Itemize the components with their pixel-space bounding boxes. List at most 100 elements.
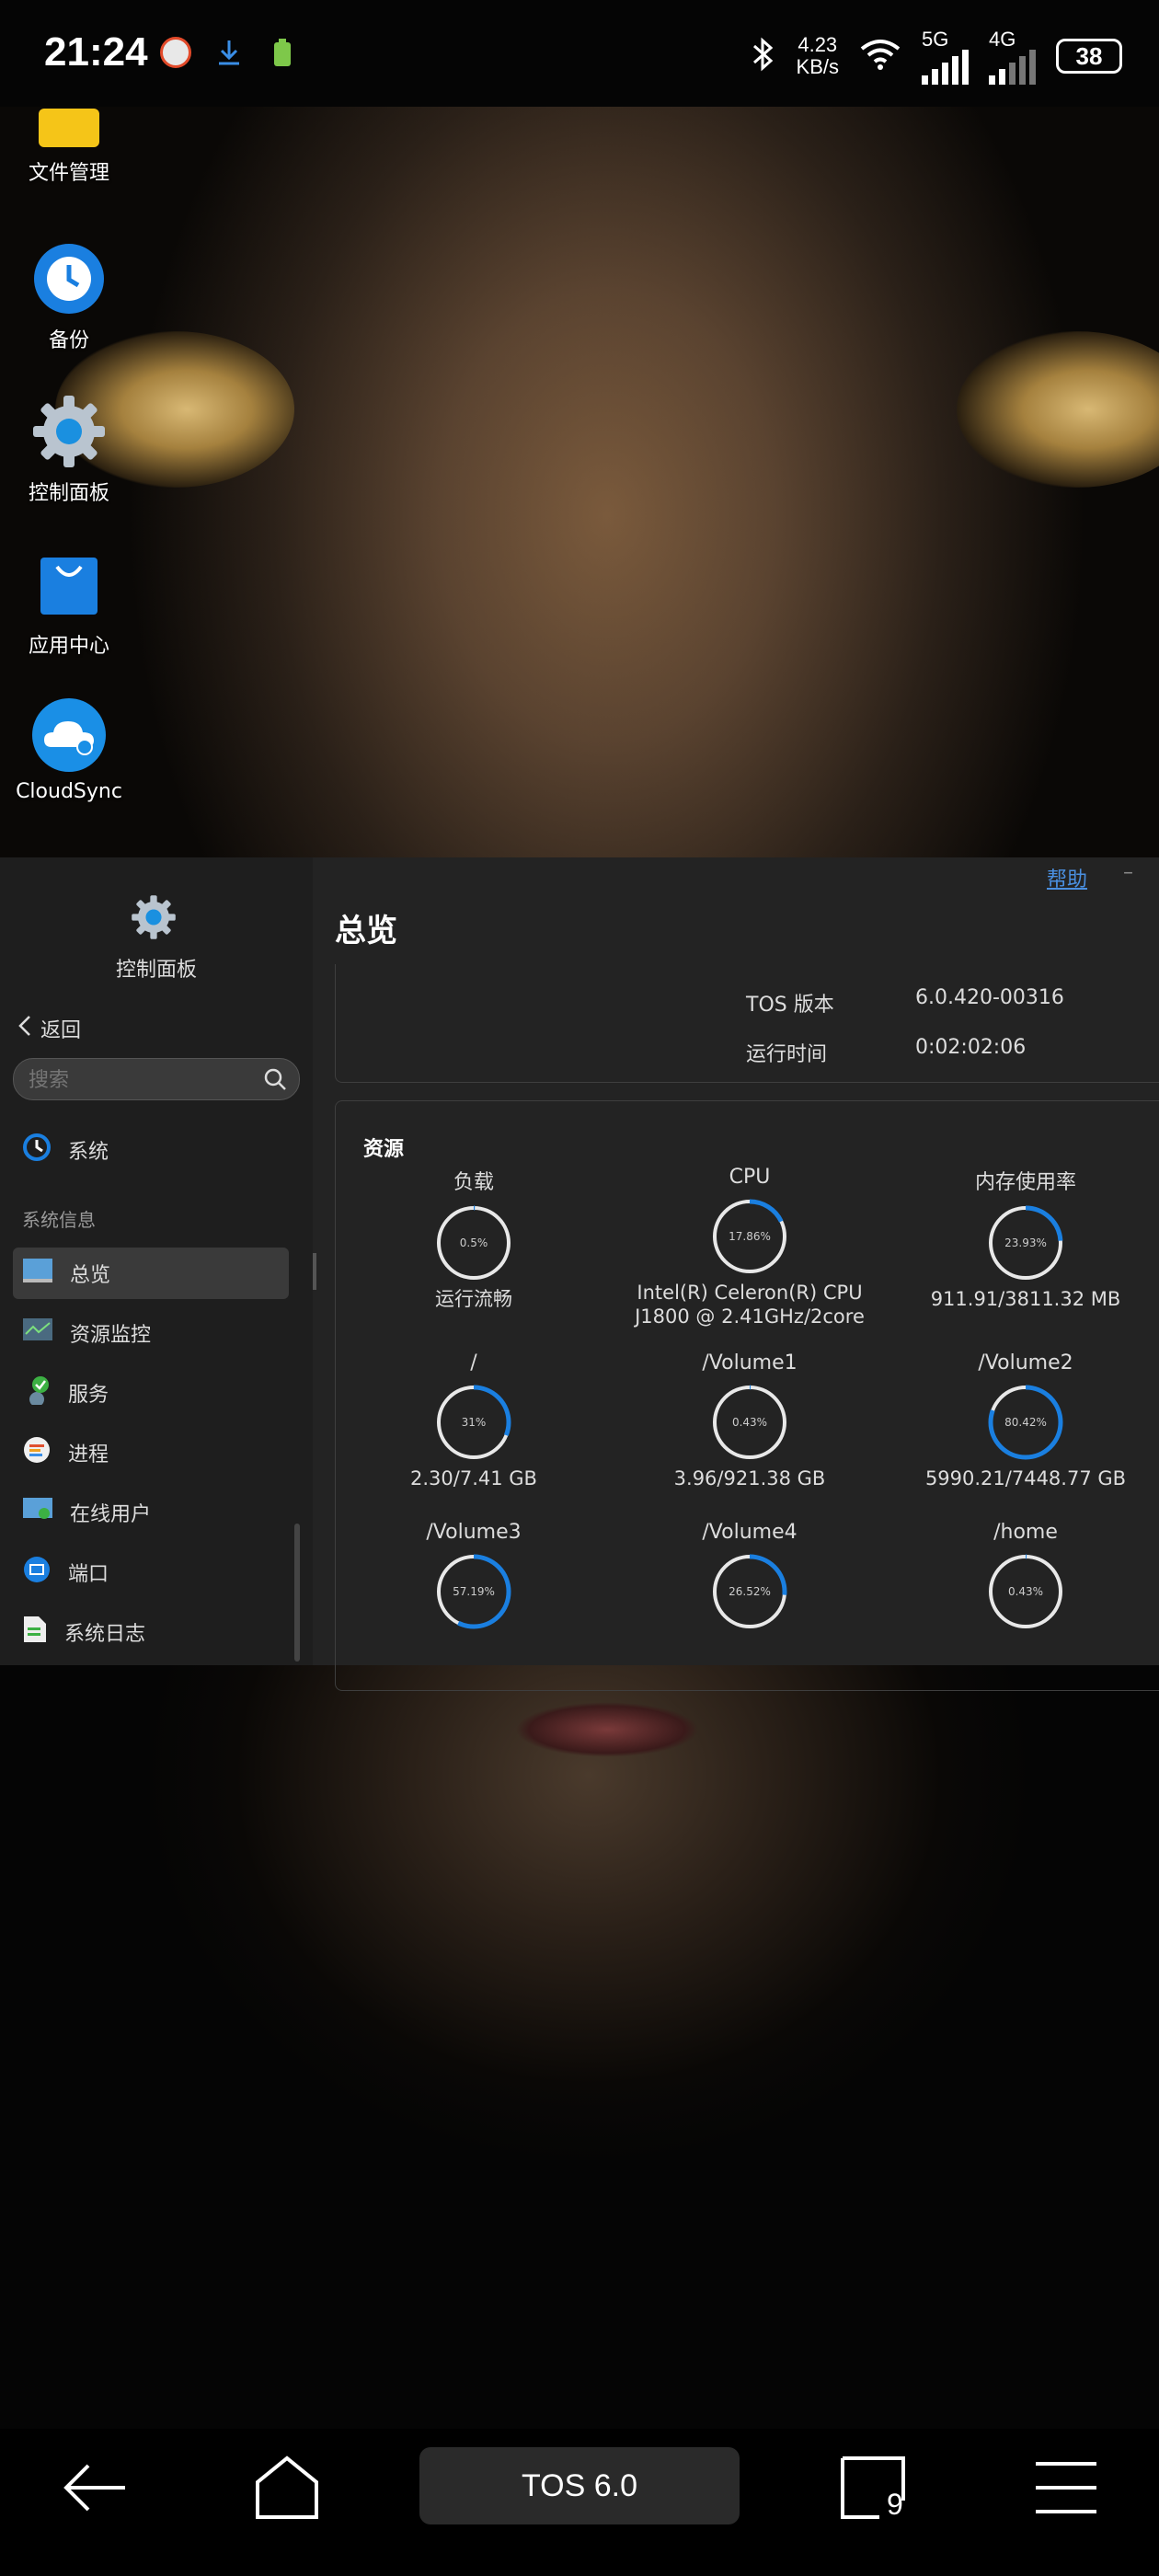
gauge-label: /Volume1 [702,1351,798,1374]
sidebar-item-resource-monitor[interactable]: 资源监控 [13,1307,289,1359]
gauge-ring: 0.43% [711,1384,788,1461]
chevron-left-icon [18,1015,31,1042]
gauge-detail: 2.30/7.41 GB [410,1467,537,1489]
wallpaper-right-eye [957,331,1159,488]
signal-4g: 4G [989,28,1036,85]
recent-apps-icon[interactable]: 9 [839,2455,907,2524]
section-system-info: 系统信息 [22,1209,96,1231]
tos-version-label: TOS 版本 [746,994,834,1017]
sidebar-item-port[interactable]: 端口 [13,1547,289,1598]
gauge-label: /Volume2 [978,1351,1073,1374]
gauge-2: CPU 17.86% Intel(R) Celeron(R) CPU J1800 @… [612,1166,888,1328]
overview-icon [22,1258,53,1289]
online-users-icon [22,1497,53,1528]
recent-count: 9 [887,2488,903,2521]
system-info-card: TOS 版本 6.0.420-00316 运行时间 0:02:02:06 [335,964,1159,1083]
signal-bars-icon [922,50,969,85]
menu-icon[interactable] [1034,2460,1098,2519]
gauge-8: /Volume4 26.52% [612,1521,888,1636]
sidebar-scrollbar[interactable] [294,1524,300,1662]
gauge-detail: Intel(R) Celeron(R) CPU J1800 @ 2.41GHz/… [635,1282,865,1328]
gauge-4: / 31% 2.30/7.41 GB [336,1351,612,1490]
shopping-bag-icon [31,546,107,622]
sidebar-item-process[interactable]: 进程 [13,1427,289,1478]
backup-icon [31,241,107,316]
desktop-icon-app-center[interactable]: 应用中心 [9,546,129,659]
bluetooth-icon [751,36,776,77]
help-link[interactable]: 帮助 [1047,863,1087,892]
bottom-navigation: TOS 6.0 9 [0,2429,1159,2576]
gauge-ring: 0.43% [987,1553,1064,1630]
gear-icon [31,394,107,469]
gauge-6: /Volume2 80.42% 5990.21/7448.77 GB [888,1351,1159,1490]
splitter-handle[interactable] [313,1253,316,1290]
sidebar-item-system[interactable]: 系统 [13,1124,289,1176]
gauge-ring: 57.19% [435,1553,512,1630]
gauge-label: CPU [729,1166,771,1189]
desktop-icon-cloudsync[interactable]: CloudSync [9,697,129,803]
gauge-1: 负载 0.5% 运行流畅 [336,1166,612,1311]
wallpaper-mouth [515,1702,699,1757]
uptime-label: 运行时间 [746,1043,828,1066]
folder-icon [31,109,107,149]
uptime-value: 0:02:02:06 [915,1036,1027,1059]
cloud-sync-icon [31,697,107,773]
sidebar-item-overview[interactable]: 总览 [13,1248,289,1299]
port-icon [22,1555,52,1590]
gauge-percent: 57.19% [453,1585,495,1598]
system-log-icon [22,1615,48,1650]
resource-monitor-icon [22,1317,53,1349]
system-icon [22,1133,52,1167]
sidebar-item-online-users[interactable]: 在线用户 [13,1487,289,1538]
gauge-label: /Volume4 [702,1521,798,1544]
gauge-detail: 运行流畅 [435,1288,512,1310]
gauge-percent: 0.43% [1007,1585,1044,1598]
battery-indicator: 38 [1056,39,1122,74]
gauge-5: /Volume1 0.43% 3.96/921.38 GB [612,1351,888,1490]
overview-main: 帮助 – 总览 TOS 版本 6.0.420-00316 运行时间 0:02:0… [313,857,1159,1691]
control-panel-title: 控制面板 [115,959,197,982]
service-icon [22,1375,52,1410]
gauge-label: 负载 [453,1171,494,1194]
gauge-3: 内存使用率 23.93% 911.91/3811.32 MB [888,1166,1159,1311]
minimize-button[interactable]: – [1123,861,1133,884]
gauge-percent: 17.86% [729,1230,771,1243]
control-panel-window: 控制面板 返回 系统 系统信息 总览 资源监控 服务 进程 [0,857,1159,1691]
signal-5g: 5G [922,28,969,85]
back-arrow-icon[interactable] [61,2458,129,2521]
gauge-7: /Volume3 57.19% [336,1521,612,1636]
search-icon[interactable] [262,1066,288,1096]
gauge-ring: 26.52% [711,1553,788,1630]
gauge-ring: 23.93% [987,1204,1064,1282]
desktop-icon-file-manager[interactable]: 文件管理 [9,109,129,186]
gauge-detail: 5990.21/7448.77 GB [924,1467,1127,1489]
gauge-9: /home 0.43% [888,1521,1159,1636]
status-right-group: 4.23 KB/s 5G 4G 38 [751,28,1122,85]
gauge-percent: 23.93% [1004,1236,1047,1249]
desktop-icon-backup[interactable]: 备份 [9,241,129,353]
network-speed: 4.23 KB/s [796,33,839,78]
gauge-percent: 80.42% [1004,1416,1047,1429]
sidebar-item-service[interactable]: 服务 [13,1367,289,1419]
home-icon[interactable] [254,2455,320,2524]
search-box[interactable] [13,1058,300,1101]
gauge-ring: 31% [435,1384,512,1461]
status-bar: 21:24 4.23 KB/s 5G 4G 38 [0,0,1159,107]
gauge-detail: 911.91/3811.32 MB [930,1288,1121,1310]
back-button[interactable]: 返回 [18,1014,81,1043]
resources-card: 资源 负载 0.5% 运行流畅 CPU 17.86% Intel(R) Celeron(R… [335,1100,1159,1691]
status-time: 21:24 [44,29,148,75]
gauge-ring: 17.86% [711,1198,788,1275]
tos-taskbar-button[interactable]: TOS 6.0 [419,2447,740,2524]
sidebar-item-system-log[interactable]: 系统日志 [13,1606,289,1658]
desktop-icon-control-panel[interactable]: 控制面板 [9,394,129,506]
office-app-icon [160,37,191,68]
download-icon [213,37,245,68]
gauge-percent: 0.5% [459,1236,488,1249]
control-panel-gear-icon [131,894,177,944]
wifi-icon [859,38,901,75]
gauge-percent: 0.43% [731,1416,768,1429]
tos-version-value: 6.0.420-00316 [915,986,1064,1009]
gauge-detail: 3.96/921.38 GB [673,1467,826,1489]
search-input[interactable] [27,1059,251,1101]
